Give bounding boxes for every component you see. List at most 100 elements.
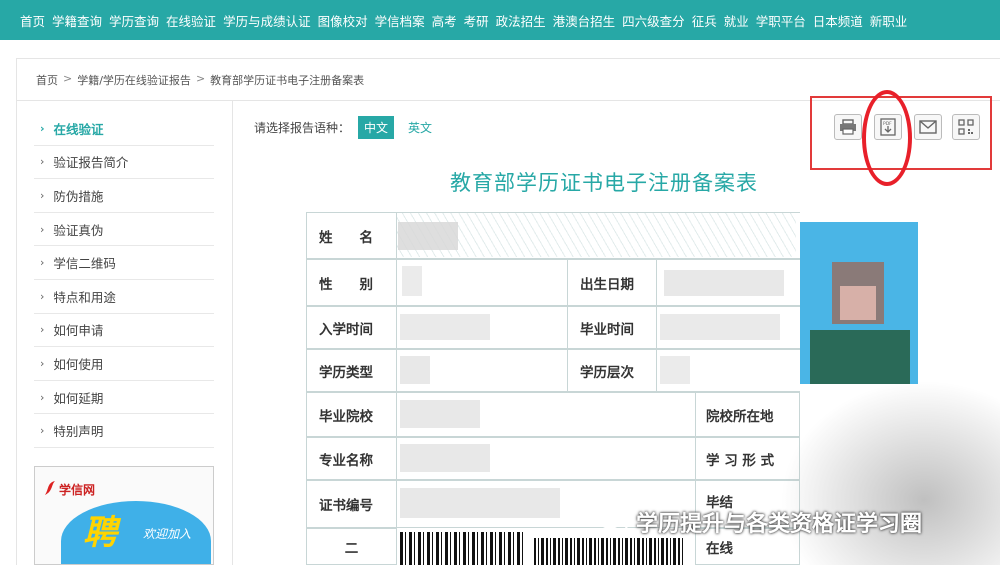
nav-item[interactable]: 在线验证 — [166, 11, 216, 30]
sidebar-item-label: 学信二维码 — [53, 256, 116, 272]
nav-item[interactable]: 高考 — [432, 11, 457, 30]
sidebar-item-label: 防伪措施 — [53, 188, 104, 204]
recruit-banner[interactable]: 学信网 聘 欢迎加入 — [34, 466, 214, 565]
divider — [16, 58, 1000, 59]
sidebar-item[interactable]: › 如何申请 — [34, 314, 214, 348]
sidebar-item[interactable]: › 学信二维码 — [34, 246, 214, 280]
redacted-value — [664, 270, 784, 296]
sidebar-item[interactable]: › 防伪措施 — [34, 179, 214, 213]
chevron-right-icon: › — [40, 390, 45, 404]
label-edu-level: 学历层次 — [567, 349, 657, 392]
watermark-text: 学历提升与各类资格证学习圈 — [636, 512, 923, 537]
sidebar-item[interactable]: › 验证报告简介 — [34, 146, 214, 180]
photo-face — [840, 286, 876, 320]
annotation-circle — [862, 90, 912, 186]
sidebar-item[interactable]: › 在线验证 — [34, 112, 214, 146]
sidebar-item[interactable]: › 特点和用途 — [34, 280, 214, 314]
breadcrumb-report[interactable]: 学籍/学历在线验证报告 — [77, 72, 191, 88]
qrcode-button[interactable] — [952, 114, 980, 140]
language-english-button[interactable]: 英文 — [402, 116, 438, 139]
breadcrumb-separator: > — [195, 72, 206, 85]
sidebar-item-label: 特别声明 — [53, 424, 104, 440]
nav-item[interactable]: 四六级查分 — [622, 11, 685, 30]
label-name: 姓 名 — [306, 212, 397, 259]
redacted-value — [660, 356, 690, 384]
nav-item[interactable]: 考研 — [464, 11, 489, 30]
barcode-image — [534, 538, 684, 565]
nav-item[interactable]: 征兵 — [692, 11, 717, 30]
language-selector: 请选择报告语种： 中文 英文 — [254, 116, 438, 139]
nav-item[interactable]: 首页 — [20, 11, 45, 30]
language-chinese-button[interactable]: 中文 — [358, 116, 395, 139]
print-button[interactable] — [834, 114, 862, 140]
redacted-value — [398, 222, 458, 250]
qrcode-image — [400, 532, 524, 565]
label-qrcode: 二 — [306, 528, 397, 565]
breadcrumb-separator: > — [63, 72, 73, 85]
sidebar-item-label: 验证真伪 — [53, 222, 104, 238]
breadcrumb-current: 教育部学历证书电子注册备案表 — [210, 74, 365, 87]
wechat-icon — [599, 511, 628, 533]
sidebar: › 在线验证 › 验证报告简介 › 防伪措施 › 验证真伪 › 学信二维码 › 特点和用途 › 如何申请 ›… — [34, 112, 214, 448]
sidebar-item-label: 如何申请 — [53, 323, 104, 339]
mail-icon — [919, 120, 937, 134]
banner-subtitle: 欢迎加入 — [143, 527, 192, 541]
nav-item[interactable]: 学信档案 — [375, 11, 425, 30]
divider — [232, 101, 233, 565]
label-birth: 出生日期 — [567, 259, 657, 306]
chevron-right-icon: › — [40, 222, 45, 236]
chevron-right-icon: › — [40, 155, 45, 169]
sidebar-item-label: 在线验证 — [53, 121, 104, 137]
sidebar-item-label: 验证报告简介 — [53, 155, 129, 171]
nav-item[interactable]: 日本频道 — [813, 11, 863, 30]
redacted-value — [660, 314, 780, 340]
breadcrumb-home[interactable]: 首页 — [36, 72, 58, 88]
chevron-right-icon: › — [40, 256, 45, 270]
sidebar-item[interactable]: › 验证真伪 — [34, 213, 214, 247]
nav-item[interactable]: 政法招生 — [496, 11, 546, 30]
chevron-right-icon: › — [40, 121, 45, 135]
sidebar-item[interactable]: › 如何使用 — [34, 347, 214, 381]
sidebar-item-label: 特点和用途 — [53, 289, 116, 305]
nav-item[interactable]: 图像校对 — [318, 11, 368, 30]
student-photo — [800, 222, 918, 384]
photo-body — [810, 330, 910, 384]
document-title: 教育部学历证书电子注册备案表 — [450, 171, 758, 195]
redacted-value — [400, 444, 490, 472]
xuexin-logo-icon — [45, 481, 55, 495]
label-edu-type: 学历类型 — [306, 349, 397, 392]
sidebar-item[interactable]: › 特别声明 — [34, 414, 214, 448]
nav-item[interactable]: 就业 — [724, 11, 749, 30]
divider — [16, 58, 17, 565]
printer-icon — [840, 119, 856, 135]
sidebar-item-label: 如何使用 — [53, 356, 104, 372]
label-gender: 性 别 — [306, 259, 397, 306]
sidebar-item-label: 如何延期 — [53, 390, 104, 406]
label-cert-number: 证书编号 — [306, 480, 397, 528]
top-nav: 首页 学籍查询 学历查询 在线验证 学历与成绩认证 图像校对 学信档案 高考 考研 政法招生 港澳台… — [0, 0, 1000, 40]
redacted-value — [400, 400, 480, 428]
breadcrumb: 首页 > 学籍/学历在线验证报告 > 教育部学历证书电子注册备案表 — [36, 72, 364, 88]
nav-item[interactable]: 学历查询 — [109, 11, 159, 30]
redacted-value — [400, 314, 490, 340]
banner-logo: 学信网 — [59, 483, 96, 497]
nav-item[interactable]: 学职平台 — [756, 11, 806, 30]
language-prompt: 请选择报告语种： — [254, 121, 351, 135]
label-graduate: 毕业时间 — [567, 306, 657, 349]
nav-item[interactable]: 新职业 — [870, 11, 908, 30]
chevron-right-icon: › — [40, 323, 45, 337]
value-gender — [397, 259, 567, 306]
redacted-value — [400, 356, 430, 384]
nav-item[interactable]: 港澳台招生 — [553, 11, 616, 30]
chevron-right-icon: › — [40, 188, 45, 202]
nav-item[interactable]: 学籍查询 — [52, 11, 102, 30]
chevron-right-icon: › — [40, 289, 45, 303]
redacted-value — [402, 266, 422, 296]
chevron-right-icon: › — [40, 424, 45, 438]
chevron-right-icon: › — [40, 356, 45, 370]
redacted-value — [400, 488, 560, 518]
sidebar-item[interactable]: › 如何延期 — [34, 381, 214, 415]
email-button[interactable] — [914, 114, 942, 140]
banner-headline: 聘 — [83, 513, 117, 553]
nav-item[interactable]: 学历与成绩认证 — [223, 11, 311, 30]
